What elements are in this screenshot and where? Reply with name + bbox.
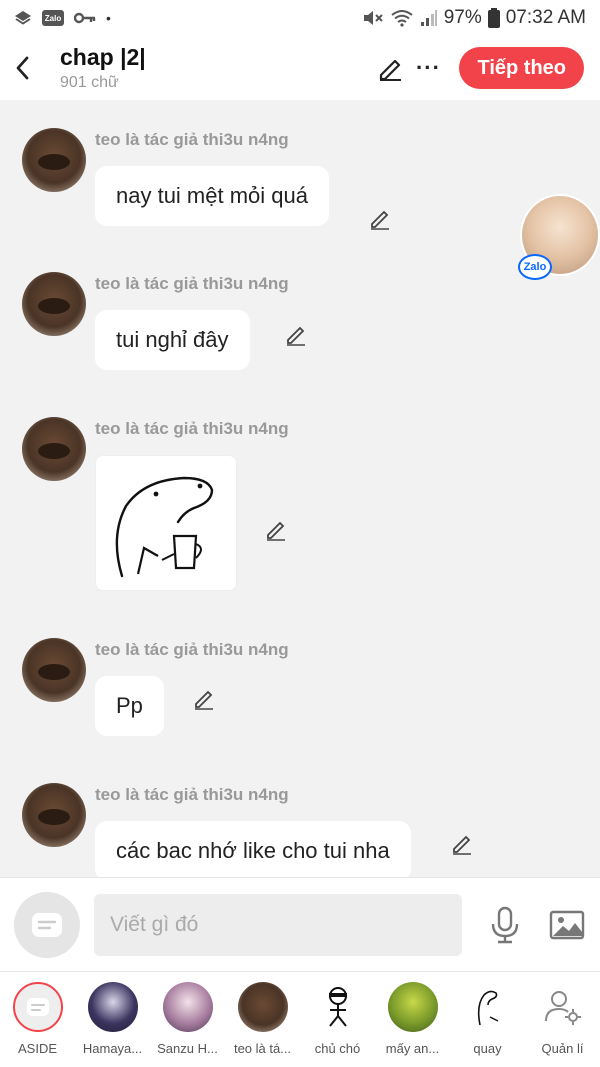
edit-message-button[interactable] xyxy=(367,206,393,232)
status-left: Zalo • xyxy=(14,9,111,27)
next-chapter-button[interactable]: Tiếp theo xyxy=(459,47,584,89)
bottom-item-chu-cho[interactable]: chủ chó xyxy=(300,972,375,1067)
back-button[interactable] xyxy=(0,36,46,100)
bottom-item-label: ASIDE xyxy=(17,1041,57,1056)
bottom-item-sanzu[interactable]: Sanzu H... xyxy=(150,972,225,1067)
floating-chat-head[interactable]: Zalo xyxy=(518,194,600,280)
author-avatar[interactable] xyxy=(22,783,86,847)
bottom-item-label: quay xyxy=(473,1041,502,1056)
message-bubble[interactable]: Pp xyxy=(95,676,164,736)
bottom-item-aside[interactable]: ASIDE xyxy=(0,972,75,1067)
author-avatar[interactable] xyxy=(22,638,86,702)
wifi-icon xyxy=(391,10,413,27)
pencil-icon xyxy=(287,326,305,346)
sender-name: teo là tác giả thi3u n4ng xyxy=(95,640,289,659)
sender-name: teo là tác giả thi3u n4ng xyxy=(95,419,289,438)
avatar xyxy=(162,982,213,1032)
chapter-title: chap |2| xyxy=(60,44,146,70)
word-count: 901 chữ xyxy=(60,74,119,91)
user-settings-icon xyxy=(538,982,588,1032)
message-bubble[interactable]: tui nghỉ đây xyxy=(95,310,250,370)
key-icon xyxy=(74,12,96,24)
bottom-item-quay[interactable]: quay xyxy=(450,972,525,1067)
pencil-icon xyxy=(267,521,285,541)
bottom-item-teo[interactable]: teo là tá... xyxy=(225,972,300,1067)
avatar xyxy=(87,982,138,1032)
bottom-item-label: Sanzu H... xyxy=(157,1041,218,1056)
message-list[interactable]: teo là tác giả thi3u n4ng nay tui mệt mỏ… xyxy=(0,100,600,877)
bottom-item-label: chủ chó xyxy=(314,1041,361,1056)
message-input[interactable] xyxy=(94,893,462,956)
status-right: 97% 07:32 AM xyxy=(362,7,586,29)
microphone-button[interactable] xyxy=(482,902,528,948)
bottom-item-label: Quản lí xyxy=(541,1041,584,1056)
bottom-item-label: mấy an... xyxy=(385,1041,440,1056)
image-icon xyxy=(549,910,585,939)
bottom-item-label: Hamaya... xyxy=(82,1041,143,1056)
author-avatar[interactable] xyxy=(22,417,86,481)
avatar xyxy=(237,982,288,1032)
pencil-icon xyxy=(371,210,389,230)
clock: 07:32 AM xyxy=(505,7,586,28)
sender-name: teo là tác giả thi3u n4ng xyxy=(95,130,289,149)
doodle-icon xyxy=(463,982,513,1032)
zalo-notification-icon: Zalo xyxy=(42,10,64,26)
bottom-item-quan-li[interactable]: Quản lí xyxy=(525,972,600,1067)
aside-icon xyxy=(12,982,63,1032)
sender-name: teo là tác giả thi3u n4ng xyxy=(95,785,289,804)
sender-name: teo là tác giả thi3u n4ng xyxy=(95,274,289,293)
layers-icon xyxy=(15,11,31,25)
edit-message-button[interactable] xyxy=(191,686,217,712)
message-bubble[interactable]: nay tui mệt mỏi quá xyxy=(95,166,329,226)
microphone-icon xyxy=(491,906,519,943)
status-bar: Zalo • 97% 07:32 AM xyxy=(0,0,600,36)
bottom-bar: ASIDE Hamaya... Sanzu H... teo là tá... … xyxy=(0,971,600,1067)
doodle-sticker-icon xyxy=(115,476,214,578)
avatar xyxy=(387,982,438,1032)
image-button[interactable] xyxy=(544,902,590,948)
more-options-button[interactable]: ··· xyxy=(409,55,447,81)
zalo-badge-icon: Zalo xyxy=(518,254,552,280)
mute-icon xyxy=(363,11,383,25)
edit-chapter-button[interactable] xyxy=(371,48,409,88)
title-block: chap |2| 901 chữ xyxy=(60,44,146,92)
pencil-icon xyxy=(195,690,213,710)
aside-toggle-button[interactable] xyxy=(14,891,80,958)
chapter-header: chap |2| 901 chữ ··· Tiếp theo xyxy=(0,36,600,100)
notification-dot-icon: • xyxy=(106,10,111,26)
signal-icon xyxy=(420,10,437,26)
edit-message-button[interactable] xyxy=(263,517,289,543)
message-bubble[interactable]: các bac nhớ like cho tui nha xyxy=(95,821,411,877)
bottom-item-hamaya[interactable]: Hamaya... xyxy=(75,972,150,1067)
composer-bar xyxy=(0,877,600,971)
sticker-image[interactable] xyxy=(95,455,237,591)
pencil-icon xyxy=(380,59,402,81)
battery-percent: 97% xyxy=(443,7,482,28)
edit-message-button[interactable] xyxy=(449,831,475,857)
author-avatar[interactable] xyxy=(22,272,86,336)
author-avatar[interactable] xyxy=(22,128,86,192)
chat-bubble-icon xyxy=(26,998,49,1016)
edit-message-button[interactable] xyxy=(283,322,309,348)
chat-bubble-icon xyxy=(32,912,62,937)
stick-figure-icon xyxy=(313,982,363,1032)
chevron-left-icon xyxy=(16,56,29,80)
battery-icon xyxy=(487,8,500,28)
bottom-item-label: teo là tá... xyxy=(233,1041,292,1056)
header-actions: ··· Tiếp theo xyxy=(371,47,600,89)
pencil-icon xyxy=(453,835,471,855)
bottom-item-may-an[interactable]: mấy an... xyxy=(375,972,450,1067)
